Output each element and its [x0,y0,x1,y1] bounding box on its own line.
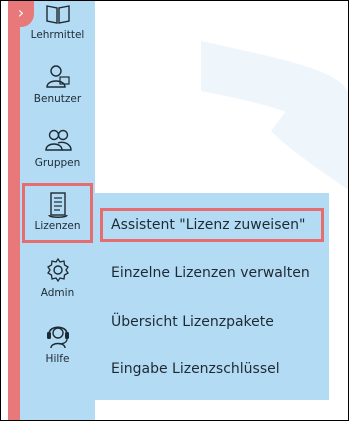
sidebar-item-lizenzen[interactable]: Lizenzen [22,183,93,243]
sidebar-item-label: Hilfe [45,353,70,365]
gear-icon [46,257,69,283]
user-icon [45,65,70,88]
lizenzen-submenu: Assistent "Lizenz zuweisen" Einzelne Liz… [95,193,329,400]
sidebar-item-gruppen[interactable]: Gruppen [20,127,95,187]
submenu-item-eingabe-lizenzschluessel[interactable]: Eingabe Lizenzschlüssel [103,355,321,383]
sidebar-item-label: Lehrmittel [30,29,85,41]
group-icon [44,129,72,151]
book-icon [45,5,70,24]
sidebar-item-admin[interactable]: Admin [20,257,95,317]
app-frame: Lehrmittel Benutzer Gruppen Lizenzen Adm… [0,0,349,421]
sidebar-accent-strip [8,1,20,420]
sidebar-item-label: Gruppen [34,157,81,169]
sidebar-item-hilfe[interactable]: Hilfe [20,321,95,381]
license-scroll-icon [47,192,68,218]
sidebar-item-label: Lizenzen [34,220,81,232]
submenu-item-assistent-lizenz-zuweisen[interactable]: Assistent "Lizenz zuweisen" [100,208,324,242]
sidebar-collapse-toggle[interactable]: › [8,1,34,27]
submenu-item-uebersicht-lizenzpakete[interactable]: Übersicht Lizenzpakete [103,308,321,336]
sidebar: Lehrmittel Benutzer Gruppen Lizenzen Adm… [20,1,95,420]
submenu-item-einzelne-lizenzen-verwalten[interactable]: Einzelne Lizenzen verwalten [103,259,321,287]
headset-icon [46,326,69,349]
sidebar-item-label: Admin [40,287,75,299]
sidebar-item-benutzer[interactable]: Benutzer [20,63,95,123]
chevron-right-icon: › [17,3,25,22]
sidebar-item-label: Benutzer [33,93,82,105]
